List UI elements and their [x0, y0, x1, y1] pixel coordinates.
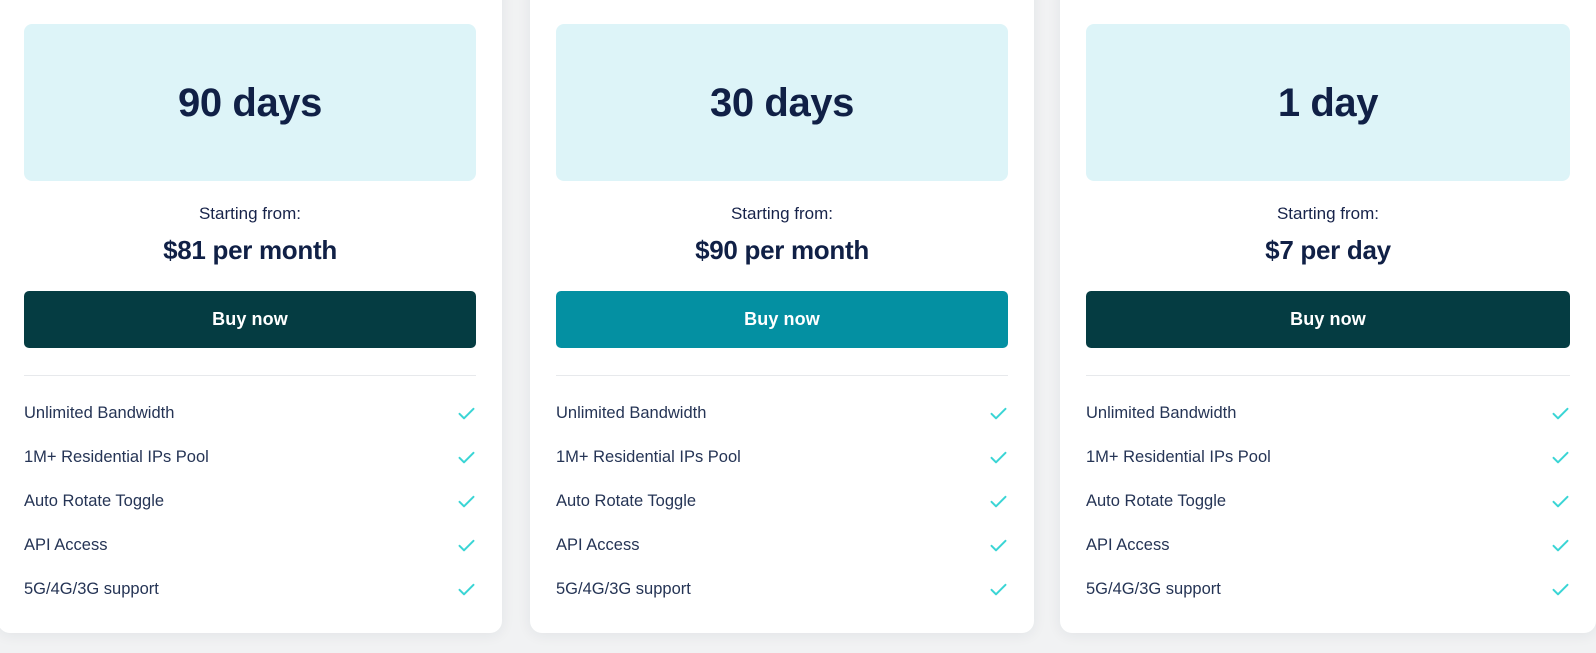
feature-label: 5G/4G/3G support: [24, 579, 159, 598]
check-icon: [1551, 536, 1570, 555]
plan-price-block: Starting from: $7 per day: [1086, 181, 1570, 267]
list-item: 5G/4G/3G support: [556, 568, 1008, 612]
pricing-card-90-days: 90 days Starting from: $81 per month Buy…: [0, 0, 502, 633]
list-item: Unlimited Bandwidth: [1086, 392, 1570, 436]
list-item: Unlimited Bandwidth: [24, 392, 476, 436]
pricing-card-1-day: 1 day Starting from: $7 per day Buy now …: [1060, 0, 1596, 633]
check-icon: [989, 404, 1008, 423]
feature-list: Unlimited Bandwidth 1M+ Residential IPs …: [24, 376, 476, 612]
buy-now-button[interactable]: Buy now: [556, 290, 1008, 348]
check-icon: [989, 492, 1008, 511]
check-icon: [989, 448, 1008, 467]
feature-label: Unlimited Bandwidth: [556, 403, 707, 422]
feature-label: API Access: [556, 535, 640, 554]
list-item: Auto Rotate Toggle: [1086, 480, 1570, 524]
pricing-card-30-days: 30 days Starting from: $90 per month Buy…: [530, 0, 1034, 633]
feature-label: 5G/4G/3G support: [556, 579, 691, 598]
plan-title: 90 days: [178, 80, 322, 125]
feature-label: 1M+ Residential IPs Pool: [1086, 447, 1271, 466]
check-icon: [457, 404, 476, 423]
list-item: Auto Rotate Toggle: [556, 480, 1008, 524]
check-icon: [989, 580, 1008, 599]
check-icon: [457, 536, 476, 555]
feature-label: Auto Rotate Toggle: [24, 491, 165, 510]
list-item: Auto Rotate Toggle: [24, 480, 476, 524]
feature-label: API Access: [1086, 535, 1170, 554]
list-item: Unlimited Bandwidth: [556, 392, 1008, 436]
feature-label: API Access: [24, 535, 108, 554]
plan-title: 1 day: [1277, 80, 1379, 125]
price-amount: $81 per month: [163, 235, 337, 266]
check-icon: [989, 536, 1008, 555]
check-icon: [1551, 404, 1570, 423]
feature-list: Unlimited Bandwidth 1M+ Residential IPs …: [1086, 376, 1570, 612]
feature-label: Unlimited Bandwidth: [1086, 403, 1237, 422]
plan-header-band: 1 day: [1086, 24, 1570, 181]
plan-title: 30 days: [710, 80, 854, 125]
feature-label: 1M+ Residential IPs Pool: [24, 447, 209, 466]
buy-now-button[interactable]: Buy now: [24, 290, 476, 348]
check-icon: [1551, 580, 1570, 599]
price-prefix-label: Starting from:: [730, 204, 834, 223]
buy-now-button[interactable]: Buy now: [1086, 290, 1570, 348]
list-item: API Access: [556, 524, 1008, 568]
list-item: API Access: [24, 524, 476, 568]
feature-label: Unlimited Bandwidth: [24, 403, 175, 422]
plan-price-block: Starting from: $90 per month: [556, 181, 1008, 267]
check-icon: [457, 492, 476, 511]
check-icon: [457, 448, 476, 467]
list-item: 5G/4G/3G support: [24, 568, 476, 612]
check-icon: [1551, 448, 1570, 467]
list-item: 5G/4G/3G support: [1086, 568, 1570, 612]
list-item: 1M+ Residential IPs Pool: [24, 436, 476, 480]
list-item: 1M+ Residential IPs Pool: [556, 436, 1008, 480]
check-icon: [1551, 492, 1570, 511]
plan-header-band: 30 days: [556, 24, 1008, 181]
price-prefix-label: Starting from:: [198, 204, 302, 223]
plan-price-block: Starting from: $81 per month: [24, 181, 476, 267]
price-amount: $90 per month: [695, 235, 869, 266]
list-item: API Access: [1086, 524, 1570, 568]
pricing-plans-row: 90 days Starting from: $81 per month Buy…: [0, 0, 1596, 653]
feature-label: 1M+ Residential IPs Pool: [556, 447, 741, 466]
list-item: 1M+ Residential IPs Pool: [1086, 436, 1570, 480]
feature-list: Unlimited Bandwidth 1M+ Residential IPs …: [556, 376, 1008, 612]
price-prefix-label: Starting from:: [1276, 204, 1380, 223]
price-amount: $7 per day: [1265, 235, 1391, 266]
plan-header-band: 90 days: [24, 24, 476, 181]
feature-label: 5G/4G/3G support: [1086, 579, 1221, 598]
feature-label: Auto Rotate Toggle: [1086, 491, 1227, 510]
check-icon: [457, 580, 476, 599]
feature-label: Auto Rotate Toggle: [556, 491, 697, 510]
